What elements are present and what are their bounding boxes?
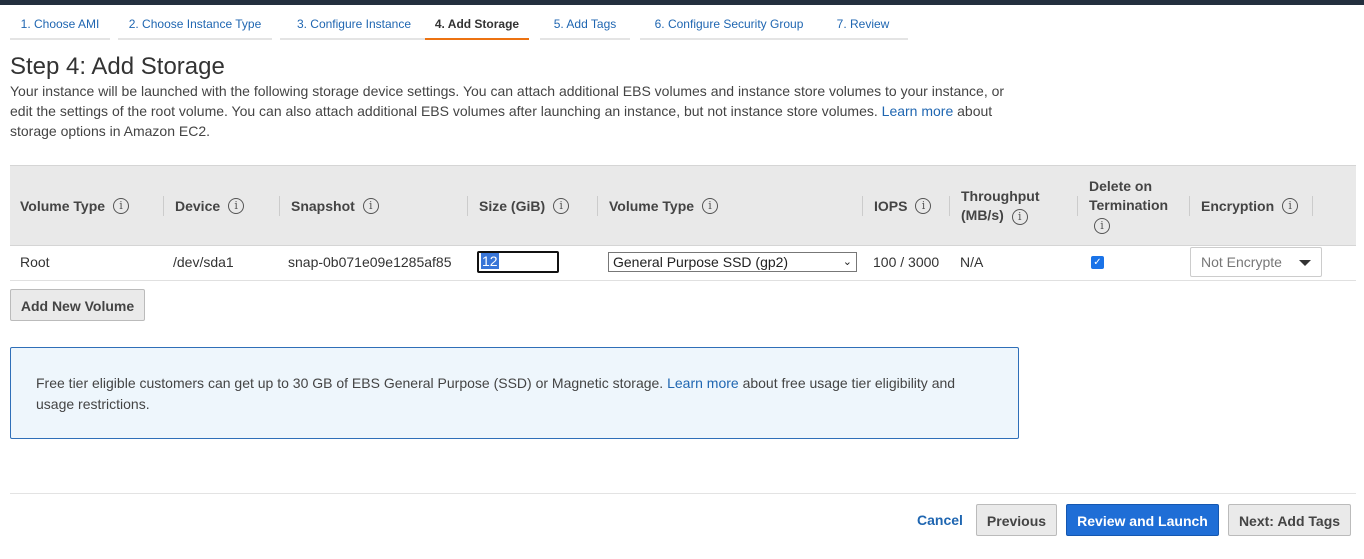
header-volume-type-select: Volume Type i bbox=[597, 166, 719, 245]
info-icon[interactable]: i bbox=[362, 197, 379, 214]
volume-type-select-value: General Purpose SSD (gp2) bbox=[613, 254, 789, 270]
delete-on-termination-checkbox[interactable]: ✓ bbox=[1091, 256, 1104, 269]
caret-down-icon bbox=[1299, 260, 1311, 266]
info-icon[interactable]: i bbox=[113, 197, 130, 214]
tab-add-storage[interactable]: 4. Add Storage bbox=[425, 10, 529, 40]
column-divider bbox=[467, 196, 468, 216]
info-icon[interactable]: i bbox=[553, 197, 570, 214]
cell-iops: 100 / 3000 bbox=[873, 254, 940, 270]
column-divider bbox=[1189, 196, 1190, 216]
column-divider bbox=[279, 196, 280, 216]
cell-volume-type: Root bbox=[20, 254, 50, 270]
header-label-line-2: (MB/s) i bbox=[961, 206, 1040, 225]
encryption-select[interactable]: Not Encrypte bbox=[1190, 247, 1322, 277]
free-tier-alert: Free tier eligible customers can get up … bbox=[10, 347, 1019, 439]
header-label: Delete on Termination i bbox=[1089, 177, 1168, 234]
header-throughput: Throughput (MB/s) i bbox=[949, 166, 1040, 245]
learn-more-link[interactable]: Learn more bbox=[882, 103, 954, 119]
header-snapshot: Snapshot i bbox=[279, 166, 379, 245]
header-encryption: Encryption i bbox=[1189, 166, 1299, 245]
tab-choose-instance-type[interactable]: 2. Choose Instance Type bbox=[118, 10, 272, 40]
top-bar bbox=[0, 0, 1364, 5]
cancel-button[interactable]: Cancel bbox=[910, 504, 970, 536]
info-icon[interactable]: i bbox=[915, 197, 932, 214]
encryption-select-value: Not Encrypte bbox=[1201, 254, 1282, 270]
info-icon-wrap: i bbox=[1089, 215, 1168, 234]
header-label: Device bbox=[175, 197, 221, 214]
header-volume-type: Volume Type i bbox=[20, 166, 130, 245]
header-iops: IOPS i bbox=[862, 166, 932, 245]
size-input[interactable]: 12 bbox=[477, 251, 559, 273]
page-description: Your instance will be launched with the … bbox=[10, 81, 1020, 141]
volume-type-select[interactable]: General Purpose SSD (gp2) ⌄ bbox=[608, 252, 857, 272]
column-divider bbox=[597, 196, 598, 216]
info-icon[interactable]: i bbox=[1094, 218, 1110, 234]
column-divider bbox=[949, 196, 950, 216]
table-row: Root /dev/sda1 snap-0b071e09e1285af85 12… bbox=[10, 245, 1356, 281]
add-new-volume-button[interactable]: Add New Volume bbox=[10, 289, 145, 321]
info-icon[interactable]: i bbox=[702, 197, 719, 214]
size-input-value: 12 bbox=[481, 253, 499, 269]
header-size: Size (GiB) i bbox=[467, 166, 570, 245]
header-label-line-2: Termination bbox=[1089, 197, 1169, 213]
header-label-unit: (MB/s) bbox=[961, 206, 1004, 223]
info-icon[interactable]: i bbox=[1282, 197, 1299, 214]
column-divider bbox=[1077, 196, 1078, 216]
chevron-down-icon: ⌄ bbox=[842, 256, 852, 268]
tab-add-tags[interactable]: 5. Add Tags bbox=[540, 10, 630, 40]
column-divider bbox=[1312, 196, 1313, 216]
next-add-tags-button[interactable]: Next: Add Tags bbox=[1228, 504, 1351, 536]
header-label-line: Throughput bbox=[961, 187, 1040, 204]
cell-throughput: N/A bbox=[960, 254, 984, 270]
header-label: Throughput (MB/s) i bbox=[961, 187, 1040, 225]
cell-snapshot: snap-0b071e09e1285af85 bbox=[288, 254, 452, 270]
previous-button[interactable]: Previous bbox=[976, 504, 1057, 536]
page-title: Step 4: Add Storage bbox=[10, 53, 225, 80]
header-label: Encryption bbox=[1201, 197, 1275, 214]
tab-choose-ami[interactable]: 1. Choose AMI bbox=[10, 10, 110, 40]
header-delete-on-termination: Delete on Termination i bbox=[1077, 166, 1168, 245]
header-label-line: Delete on bbox=[1089, 178, 1153, 194]
footer-divider bbox=[10, 493, 1356, 494]
cell-device: /dev/sda1 bbox=[173, 254, 234, 270]
header-label: Volume Type bbox=[609, 197, 695, 214]
tab-review[interactable]: 7. Review bbox=[818, 10, 908, 40]
header-label: IOPS bbox=[874, 197, 908, 214]
column-divider bbox=[862, 196, 863, 216]
description-text: Your instance will be launched with the … bbox=[10, 83, 1005, 119]
alert-text: Free tier eligible customers can get up … bbox=[36, 375, 664, 391]
alert-learn-more-link[interactable]: Learn more bbox=[667, 375, 739, 391]
header-device: Device i bbox=[163, 166, 245, 245]
review-and-launch-button[interactable]: Review and Launch bbox=[1066, 504, 1219, 536]
table-header: Volume Type i Device i Snapshot i Size (… bbox=[10, 165, 1356, 246]
header-label: Size (GiB) bbox=[479, 197, 546, 214]
info-icon[interactable]: i bbox=[228, 197, 245, 214]
header-label: Snapshot bbox=[291, 197, 355, 214]
tab-configure-instance[interactable]: 3. Configure Instance bbox=[280, 10, 428, 40]
info-icon[interactable]: i bbox=[1011, 208, 1028, 225]
header-label: Volume Type bbox=[20, 197, 106, 214]
column-divider bbox=[163, 196, 164, 216]
tab-configure-security-group[interactable]: 6. Configure Security Group bbox=[640, 10, 818, 40]
